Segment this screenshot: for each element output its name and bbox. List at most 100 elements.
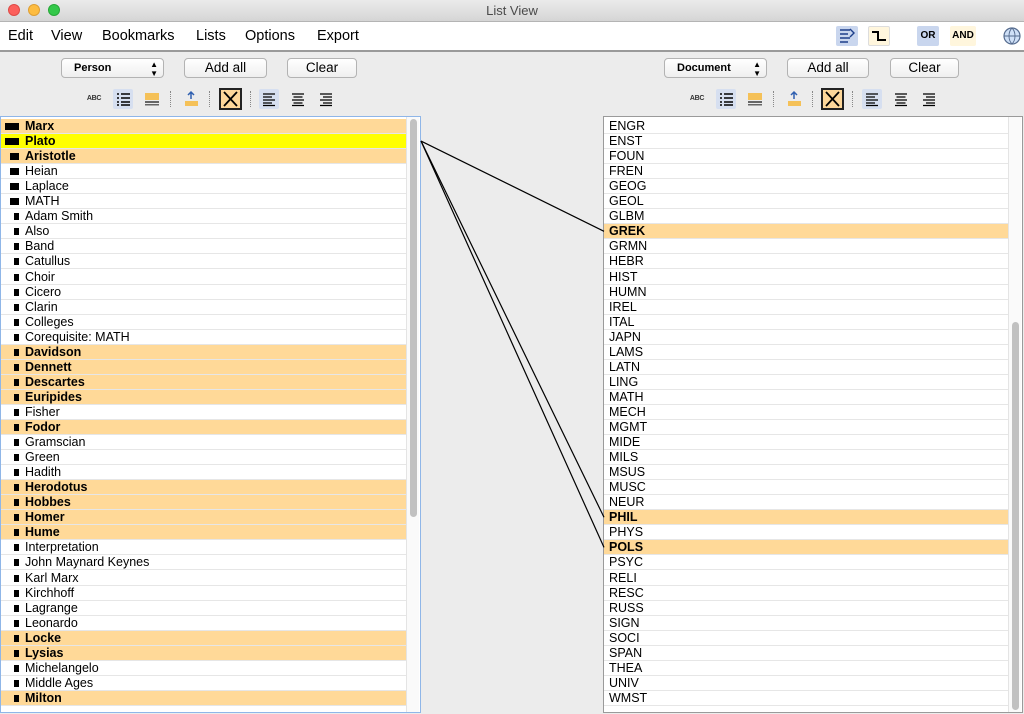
sort-frequency-icon[interactable] <box>142 89 162 109</box>
right-scrollbar-thumb[interactable] <box>1012 322 1019 710</box>
list-item[interactable]: Karl Marx <box>1 571 406 586</box>
list-item[interactable]: PHYS <box>604 525 1008 541</box>
and-toggle[interactable]: AND <box>950 26 976 46</box>
list-item[interactable]: PSYC <box>604 555 1008 571</box>
sort-list-icon[interactable] <box>113 89 133 109</box>
list-item[interactable]: HIST <box>604 270 1008 285</box>
list-item[interactable]: GEOL <box>604 194 1008 210</box>
list-item[interactable]: GEOG <box>604 179 1008 195</box>
list-item[interactable]: Euripides <box>1 389 406 405</box>
sort-alpha-icon[interactable]: ABC <box>687 89 707 109</box>
or-toggle[interactable]: OR <box>917 26 939 46</box>
list-item[interactable]: MILS <box>604 450 1008 466</box>
clear-selection-icon[interactable] <box>219 88 242 110</box>
move-top-icon[interactable] <box>784 89 804 109</box>
list-item[interactable]: MIDE <box>604 435 1008 451</box>
sort-list-icon[interactable] <box>716 89 736 109</box>
list-item[interactable]: SOCI <box>604 631 1008 646</box>
sort-alpha-icon[interactable]: ABC <box>84 89 104 109</box>
list-item[interactable]: ITAL <box>604 315 1008 330</box>
list-item[interactable]: Plato <box>1 134 406 150</box>
list-item[interactable]: HEBR <box>604 254 1008 270</box>
list-item[interactable]: SIGN <box>604 616 1008 631</box>
list-item[interactable]: SPAN <box>604 646 1008 661</box>
list-item[interactable]: Homer <box>1 510 406 526</box>
list-item[interactable]: Choir <box>1 270 406 285</box>
left-scrollbar-thumb[interactable] <box>410 119 417 517</box>
list-item[interactable]: GLBM <box>604 209 1008 225</box>
left-scrollbar[interactable] <box>406 117 419 712</box>
list-item[interactable]: Milton <box>1 690 406 706</box>
list-item[interactable]: Interpretation <box>1 540 406 556</box>
list-item[interactable]: FOUN <box>604 149 1008 165</box>
list-item[interactable]: GREK <box>604 224 1008 240</box>
align-left-icon[interactable] <box>862 89 882 109</box>
list-item[interactable]: Herodotus <box>1 480 406 496</box>
list-item[interactable]: HUMN <box>604 285 1008 300</box>
left-type-select[interactable]: Person ▲ ▼ <box>61 58 164 78</box>
clear-selection-icon[interactable] <box>821 88 844 110</box>
list-item[interactable]: Corequisite: MATH <box>1 330 406 345</box>
menu-export[interactable]: Export <box>317 28 359 44</box>
list-item[interactable]: Also <box>1 224 406 240</box>
list-item[interactable]: UNIV <box>604 676 1008 691</box>
list-item[interactable]: Hobbes <box>1 495 406 511</box>
list-item[interactable]: JAPN <box>604 330 1008 345</box>
step-icon[interactable] <box>868 26 890 46</box>
list-item[interactable]: RESC <box>604 586 1008 601</box>
list-item[interactable]: MSUS <box>604 465 1008 481</box>
list-item[interactable]: Descartes <box>1 374 406 390</box>
menu-edit[interactable]: Edit <box>8 28 33 44</box>
globe-icon[interactable] <box>1002 26 1022 46</box>
list-item[interactable]: LING <box>604 375 1008 390</box>
list-item[interactable]: Laplace <box>1 179 406 195</box>
list-item[interactable]: Davidson <box>1 344 406 360</box>
list-item[interactable]: Adam Smith <box>1 209 406 225</box>
list-item[interactable]: ENGR <box>604 119 1008 134</box>
menu-options[interactable]: Options <box>245 28 295 44</box>
list-item[interactable]: Cicero <box>1 285 406 300</box>
list-item[interactable]: LAMS <box>604 345 1008 360</box>
list-item[interactable]: RELI <box>604 571 1008 586</box>
menu-bookmarks[interactable]: Bookmarks <box>102 28 175 44</box>
align-right-icon[interactable] <box>919 89 939 109</box>
list-item[interactable]: GRMN <box>604 239 1008 255</box>
right-list[interactable]: WMST UNIV THEA SPAN SOCI SIGN RUSS RESC RELI PSYC… <box>603 116 1023 713</box>
list-item[interactable]: LATN <box>604 360 1008 375</box>
align-right-icon[interactable] <box>316 89 336 109</box>
left-clear-button[interactable]: Clear <box>287 58 357 78</box>
list-item[interactable]: Gramscian <box>1 435 406 451</box>
list-item[interactable]: Aristotle <box>1 149 406 165</box>
list-item[interactable]: Dennett <box>1 359 406 375</box>
list-item[interactable]: NEUR <box>604 495 1008 511</box>
link-lines-icon[interactable] <box>836 26 858 46</box>
menu-view[interactable]: View <box>51 28 82 44</box>
right-clear-button[interactable]: Clear <box>890 58 959 78</box>
list-item[interactable]: Fodor <box>1 420 406 435</box>
list-item[interactable]: Colleges <box>1 315 406 330</box>
move-top-icon[interactable] <box>181 89 201 109</box>
list-item[interactable]: MUSC <box>604 480 1008 496</box>
list-item[interactable]: Leonardo <box>1 616 406 631</box>
list-item[interactable]: John Maynard Keynes <box>1 555 406 571</box>
right-scrollbar[interactable] <box>1008 117 1021 712</box>
list-item[interactable]: POLS <box>604 540 1008 556</box>
list-item[interactable]: Kirchhoff <box>1 586 406 601</box>
list-item[interactable]: Marx <box>1 119 406 134</box>
list-item[interactable]: RUSS <box>604 601 1008 616</box>
list-item[interactable]: Heian <box>1 164 406 180</box>
list-item[interactable]: MATH <box>604 390 1008 405</box>
list-item[interactable]: Locke <box>1 630 406 646</box>
list-item[interactable]: MECH <box>604 405 1008 420</box>
list-item[interactable]: Green <box>1 450 406 466</box>
list-item[interactable]: Middle Ages <box>1 676 406 691</box>
list-item[interactable]: WMST <box>604 691 1008 706</box>
align-center-icon[interactable] <box>288 89 308 109</box>
list-item[interactable]: Catullus <box>1 254 406 270</box>
menu-lists[interactable]: Lists <box>196 28 226 44</box>
list-item[interactable]: Fisher <box>1 405 406 420</box>
list-item[interactable]: Lysias <box>1 645 406 661</box>
list-item[interactable]: Hume <box>1 525 406 541</box>
align-center-icon[interactable] <box>891 89 911 109</box>
list-item[interactable]: MATH <box>1 194 406 210</box>
